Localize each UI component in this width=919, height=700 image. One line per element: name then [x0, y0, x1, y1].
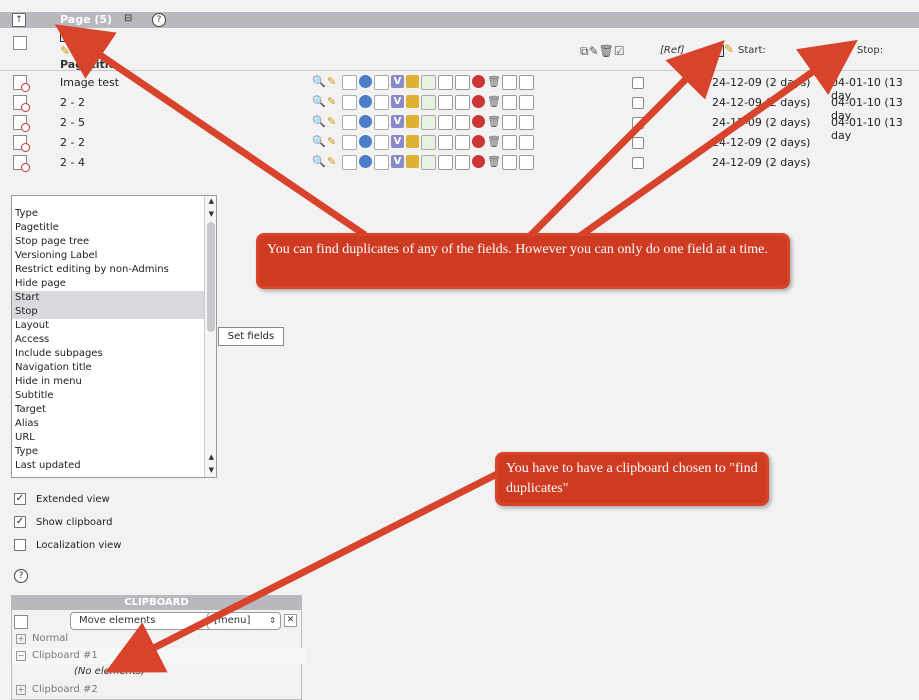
callout-clipboard: You have to have a clipboard chosen to "…	[495, 452, 769, 506]
annotation-arrows	[54, 24, 858, 673]
callout-find-duplicates: You can find duplicates of any of the fi…	[256, 233, 790, 289]
arrow-to-clipboard	[105, 466, 507, 673]
arrow-to-pagetitle	[54, 24, 367, 238]
